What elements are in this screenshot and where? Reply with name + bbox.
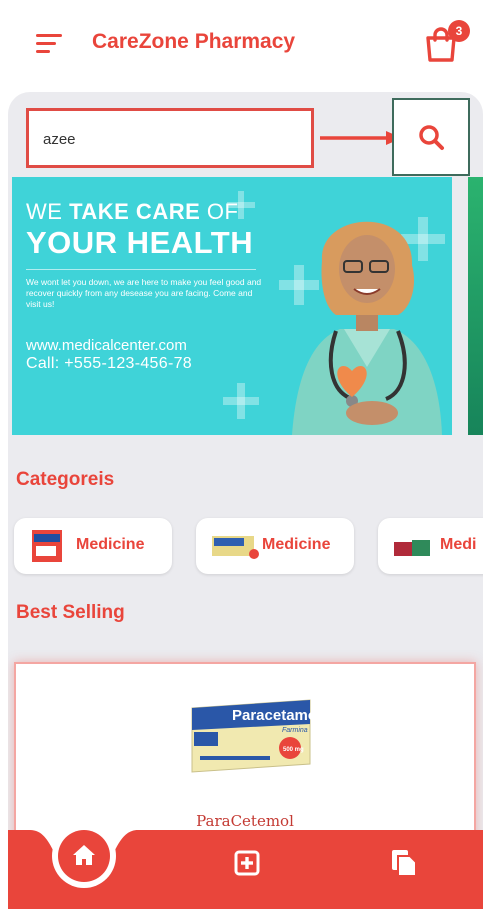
category-label: Medi (440, 536, 477, 553)
banner-headline: YOUR HEALTH (26, 225, 254, 260)
search-button-highlight (392, 98, 470, 176)
search-icon[interactable] (412, 118, 452, 158)
medicine-box-image (394, 540, 430, 556)
banner-next-slide[interactable] (468, 177, 483, 435)
top-app-bar: CareZone Pharmacy 3 (0, 0, 483, 92)
product-card[interactable]: Paracetamol Farmina 500 mg ParaCetemol (14, 662, 476, 832)
banner-phone: Call: +555-123-456-78 (26, 355, 192, 372)
box-sub-text: Farmina (282, 727, 308, 734)
banner-headline-top: WE TAKE CARE OF (26, 199, 239, 224)
product-name: ParaCetemol (196, 812, 294, 830)
search-field[interactable] (26, 108, 314, 168)
bottom-navigation (8, 830, 483, 909)
banner-body-text: We wont let you down, we are here to mak… (26, 277, 262, 309)
best-selling-title: Best Selling (16, 602, 125, 623)
plus-square-icon[interactable] (234, 850, 260, 876)
categories-list: Medicine Medicine Medi (14, 518, 483, 578)
category-card[interactable]: Medicine (196, 518, 354, 574)
home-icon (73, 845, 95, 865)
category-card[interactable]: Medi (378, 518, 483, 574)
home-button[interactable] (58, 830, 110, 882)
app-title: CareZone Pharmacy (92, 30, 296, 53)
category-label: Medicine (76, 536, 145, 553)
category-card[interactable]: Medicine (14, 518, 172, 574)
nurse-image (292, 221, 442, 435)
category-label: Medicine (262, 536, 331, 553)
cart-count-badge: 3 (448, 20, 470, 42)
promo-banner[interactable]: WE TAKE CARE OF YOUR HEALTH We wont let … (12, 177, 452, 435)
categories-title: Categoreis (16, 469, 115, 490)
medicine-box-image (212, 536, 259, 559)
search-input[interactable] (43, 127, 293, 151)
medicine-box-image (32, 530, 62, 562)
copy-icon[interactable] (390, 848, 418, 878)
box-dose-text: 500 mg (283, 747, 304, 753)
banner-divider (26, 269, 256, 270)
banner-website: www.medicalcenter.com (26, 337, 187, 354)
paracetamol-box-image: Paracetamol Farmina 500 mg (191, 699, 316, 773)
box-brand-text: Paracetamol (232, 707, 316, 724)
main-panel: WE TAKE CARE OF YOUR HEALTH We wont let … (8, 92, 483, 832)
menu-icon[interactable] (36, 34, 62, 54)
